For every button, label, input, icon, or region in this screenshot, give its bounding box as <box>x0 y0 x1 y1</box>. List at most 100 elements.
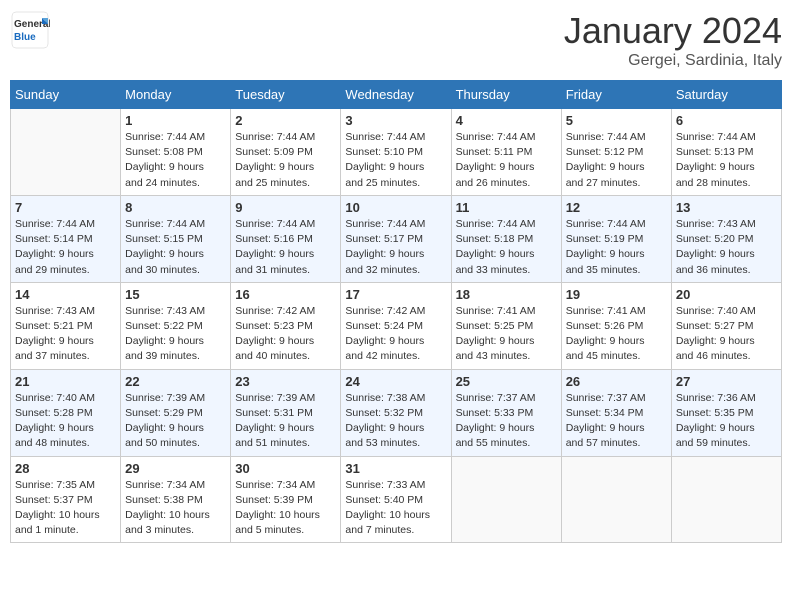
calendar-day-cell <box>451 456 561 543</box>
calendar-day-cell: 14 Sunrise: 7:43 AMSunset: 5:21 PMDayligh… <box>11 282 121 369</box>
day-info: Sunrise: 7:44 AMSunset: 5:12 PMDaylight:… <box>566 130 667 191</box>
day-info: Sunrise: 7:36 AMSunset: 5:35 PMDaylight:… <box>676 391 777 452</box>
day-number: 18 <box>456 287 557 302</box>
calendar-day-cell: 6 Sunrise: 7:44 AMSunset: 5:13 PMDaylight… <box>671 109 781 196</box>
day-number: 10 <box>345 200 446 215</box>
logo-icon: General Blue <box>10 10 50 50</box>
calendar-day-cell: 21 Sunrise: 7:40 AMSunset: 5:28 PMDayligh… <box>11 369 121 456</box>
day-info: Sunrise: 7:43 AMSunset: 5:21 PMDaylight:… <box>15 304 116 365</box>
calendar-day-cell: 22Sunrise: 7:39 AMSunset: 5:29 PMDayligh… <box>121 369 231 456</box>
calendar-day-cell: 20 Sunrise: 7:40 AMSunset: 5:27 PMDayligh… <box>671 282 781 369</box>
day-number: 1 <box>125 113 226 128</box>
calendar-day-cell: 23 Sunrise: 7:39 AMSunset: 5:31 PMDayligh… <box>231 369 341 456</box>
logo: General Blue <box>10 10 50 50</box>
calendar-week-row: 21 Sunrise: 7:40 AMSunset: 5:28 PMDayligh… <box>11 369 782 456</box>
month-title: January 2024 <box>564 10 782 52</box>
day-number: 31 <box>345 461 446 476</box>
title-block: January 2024 Gergei, Sardinia, Italy <box>564 10 782 70</box>
day-info: Sunrise: 7:44 AMSunset: 5:17 PMDaylight:… <box>345 217 446 278</box>
day-info: Sunrise: 7:37 AMSunset: 5:34 PMDaylight:… <box>566 391 667 452</box>
day-number: 13 <box>676 200 777 215</box>
day-info: Sunrise: 7:42 AMSunset: 5:23 PMDaylight:… <box>235 304 336 365</box>
day-info: Sunrise: 7:40 AMSunset: 5:28 PMDaylight:… <box>15 391 116 452</box>
day-number: 2 <box>235 113 336 128</box>
svg-text:Blue: Blue <box>14 32 36 43</box>
calendar-day-cell: 5 Sunrise: 7:44 AMSunset: 5:12 PMDaylight… <box>561 109 671 196</box>
calendar-day-cell: 15 Sunrise: 7:43 AMSunset: 5:22 PMDayligh… <box>121 282 231 369</box>
page-header: General Blue January 2024 Gergei, Sardin… <box>10 10 782 70</box>
day-info: Sunrise: 7:39 AMSunset: 5:31 PMDaylight:… <box>235 391 336 452</box>
day-number: 27 <box>676 374 777 389</box>
calendar-day-cell: 4 Sunrise: 7:44 AMSunset: 5:11 PMDaylight… <box>451 109 561 196</box>
calendar-day-cell: 3Sunrise: 7:44 AMSunset: 5:10 PMDaylight… <box>341 109 451 196</box>
day-number: 9 <box>235 200 336 215</box>
day-info: Sunrise: 7:38 AMSunset: 5:32 PMDaylight:… <box>345 391 446 452</box>
day-info: Sunrise: 7:44 AMSunset: 5:14 PMDaylight:… <box>15 217 116 278</box>
day-info: Sunrise: 7:44 AMSunset: 5:18 PMDaylight:… <box>456 217 557 278</box>
calendar-day-cell <box>11 109 121 196</box>
calendar-day-cell: 10 Sunrise: 7:44 AMSunset: 5:17 PMDayligh… <box>341 195 451 282</box>
calendar-day-cell: 16 Sunrise: 7:42 AMSunset: 5:23 PMDayligh… <box>231 282 341 369</box>
day-info: Sunrise: 7:44 AMSunset: 5:09 PMDaylight:… <box>235 130 336 191</box>
day-number: 17 <box>345 287 446 302</box>
day-info: Sunrise: 7:43 AMSunset: 5:20 PMDaylight:… <box>676 217 777 278</box>
day-info: Sunrise: 7:44 AMSunset: 5:13 PMDaylight:… <box>676 130 777 191</box>
calendar-header-row: SundayMondayTuesdayWednesdayThursdayFrid… <box>11 81 782 109</box>
day-info: Sunrise: 7:44 AMSunset: 5:19 PMDaylight:… <box>566 217 667 278</box>
day-info: Sunrise: 7:39 AMSunset: 5:29 PMDaylight:… <box>125 391 226 452</box>
calendar-day-cell: 11 Sunrise: 7:44 AMSunset: 5:18 PMDayligh… <box>451 195 561 282</box>
calendar-day-cell: 17Sunrise: 7:42 AMSunset: 5:24 PMDayligh… <box>341 282 451 369</box>
calendar-table: SundayMondayTuesdayWednesdayThursdayFrid… <box>10 80 782 543</box>
day-number: 3 <box>345 113 446 128</box>
day-number: 8 <box>125 200 226 215</box>
calendar-day-header: Saturday <box>671 81 781 109</box>
day-number: 21 <box>15 374 116 389</box>
day-info: Sunrise: 7:44 AMSunset: 5:11 PMDaylight:… <box>456 130 557 191</box>
calendar-day-header: Tuesday <box>231 81 341 109</box>
day-number: 25 <box>456 374 557 389</box>
day-info: Sunrise: 7:43 AMSunset: 5:22 PMDaylight:… <box>125 304 226 365</box>
calendar-day-cell: 27 Sunrise: 7:36 AMSunset: 5:35 PMDayligh… <box>671 369 781 456</box>
day-info: Sunrise: 7:41 AMSunset: 5:26 PMDaylight:… <box>566 304 667 365</box>
calendar-day-cell: 19 Sunrise: 7:41 AMSunset: 5:26 PMDayligh… <box>561 282 671 369</box>
day-number: 16 <box>235 287 336 302</box>
day-info: Sunrise: 7:41 AMSunset: 5:25 PMDaylight:… <box>456 304 557 365</box>
day-number: 26 <box>566 374 667 389</box>
day-number: 30 <box>235 461 336 476</box>
day-info: Sunrise: 7:35 AMSunset: 5:37 PMDaylight:… <box>15 478 116 539</box>
day-info: Sunrise: 7:34 AMSunset: 5:39 PMDaylight:… <box>235 478 336 539</box>
calendar-day-cell: 25 Sunrise: 7:37 AMSunset: 5:33 PMDayligh… <box>451 369 561 456</box>
day-number: 4 <box>456 113 557 128</box>
day-number: 5 <box>566 113 667 128</box>
day-number: 24 <box>345 374 446 389</box>
calendar-day-cell: 24 Sunrise: 7:38 AMSunset: 5:32 PMDayligh… <box>341 369 451 456</box>
day-info: Sunrise: 7:44 AMSunset: 5:15 PMDaylight:… <box>125 217 226 278</box>
day-number: 6 <box>676 113 777 128</box>
calendar-day-header: Monday <box>121 81 231 109</box>
day-number: 12 <box>566 200 667 215</box>
day-info: Sunrise: 7:44 AMSunset: 5:16 PMDaylight:… <box>235 217 336 278</box>
day-info: Sunrise: 7:37 AMSunset: 5:33 PMDaylight:… <box>456 391 557 452</box>
day-number: 14 <box>15 287 116 302</box>
calendar-day-cell: 9 Sunrise: 7:44 AMSunset: 5:16 PMDaylight… <box>231 195 341 282</box>
day-info: Sunrise: 7:34 AMSunset: 5:38 PMDaylight:… <box>125 478 226 539</box>
calendar-day-cell: 18 Sunrise: 7:41 AMSunset: 5:25 PMDayligh… <box>451 282 561 369</box>
calendar-day-header: Sunday <box>11 81 121 109</box>
day-info: Sunrise: 7:40 AMSunset: 5:27 PMDaylight:… <box>676 304 777 365</box>
day-number: 28 <box>15 461 116 476</box>
calendar-day-cell <box>671 456 781 543</box>
day-number: 23 <box>235 374 336 389</box>
calendar-day-cell: 1 Sunrise: 7:44 AMSunset: 5:08 PMDaylight… <box>121 109 231 196</box>
day-number: 15 <box>125 287 226 302</box>
day-number: 20 <box>676 287 777 302</box>
calendar-day-cell: 26 Sunrise: 7:37 AMSunset: 5:34 PMDayligh… <box>561 369 671 456</box>
day-info: Sunrise: 7:44 AMSunset: 5:08 PMDaylight:… <box>125 130 226 191</box>
calendar-day-cell: 2 Sunrise: 7:44 AMSunset: 5:09 PMDaylight… <box>231 109 341 196</box>
day-number: 29 <box>125 461 226 476</box>
day-number: 19 <box>566 287 667 302</box>
day-number: 7 <box>15 200 116 215</box>
day-number: 11 <box>456 200 557 215</box>
calendar-day-cell <box>561 456 671 543</box>
location: Gergei, Sardinia, Italy <box>564 52 782 70</box>
calendar-day-cell: 28 Sunrise: 7:35 AMSunset: 5:37 PMDayligh… <box>11 456 121 543</box>
